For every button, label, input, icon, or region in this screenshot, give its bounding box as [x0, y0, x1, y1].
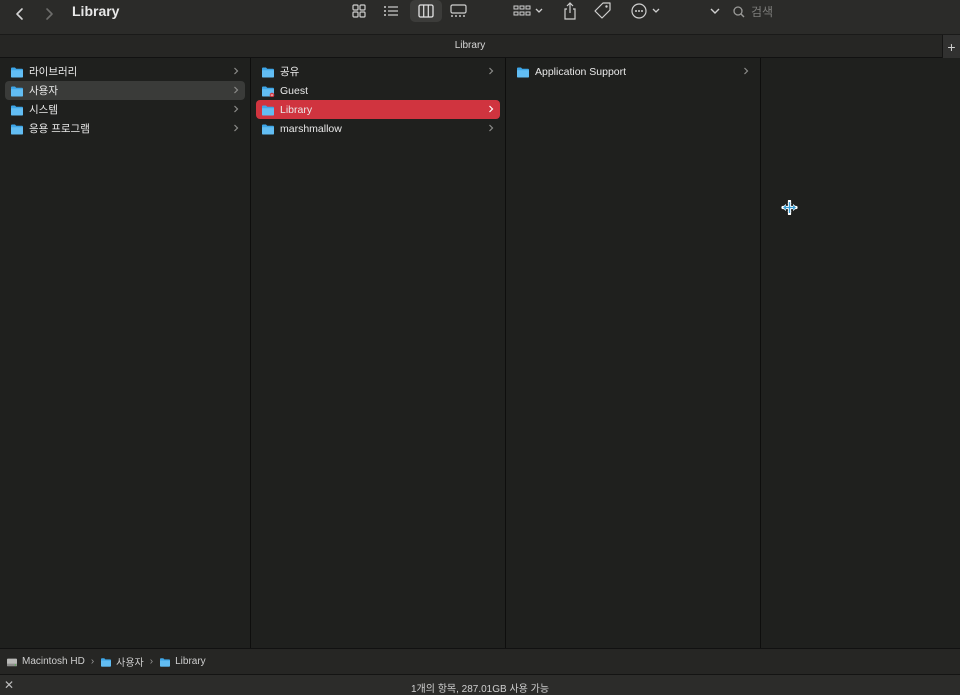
folder-icon [101, 657, 112, 667]
chevron-left-icon [16, 8, 23, 20]
chevron-right-icon [46, 8, 53, 20]
list-item[interactable]: 응용 프로그램 [5, 119, 245, 138]
group-button[interactable] [511, 0, 545, 22]
back-button[interactable] [9, 3, 31, 25]
forward-button[interactable] [38, 3, 60, 25]
list-item[interactable]: 사용자 [5, 81, 245, 100]
breadcrumb-item[interactable]: Macintosh HD [6, 656, 85, 667]
path-bar: Macintosh HD › 사용자 › Library [0, 648, 960, 674]
folder-icon [160, 657, 171, 667]
search-input[interactable] [751, 5, 931, 19]
more-button[interactable] [630, 0, 662, 22]
list-item[interactable]: 공유 [256, 62, 500, 81]
new-tab-button[interactable]: + [942, 35, 960, 58]
gallery-view-button[interactable] [446, 0, 470, 22]
tag-button[interactable] [592, 0, 614, 22]
list-item[interactable]: 라이브러리 [5, 62, 245, 81]
column-view-icon [418, 4, 434, 18]
breadcrumb-label: Library [175, 656, 206, 667]
status-bar: ✕ 1개의 항목, 287.01GB 사용 가능 [0, 674, 960, 695]
list-item-label: Library [280, 103, 313, 116]
list-item-label: 라이브러리 [29, 66, 78, 78]
breadcrumb-separator: › [90, 656, 95, 667]
chevron-right-icon [234, 105, 239, 113]
breadcrumb-item[interactable]: Library [159, 656, 206, 667]
chevron-right-icon [489, 124, 494, 132]
icon-view-icon [352, 4, 366, 18]
list-item[interactable]: marshmallow [256, 119, 500, 138]
more-icon [631, 3, 660, 19]
finder-window: Library 검색 Library + 라이브러리 사용자 시스템 응용 프로… [0, 0, 960, 695]
list-item[interactable]: Application Support [511, 62, 755, 81]
chevron-right-icon [234, 67, 239, 75]
list-item[interactable]: 시스템 [5, 100, 245, 119]
chevron-right-icon [489, 67, 494, 75]
list-item-label: Application Support [535, 65, 627, 78]
column-2[interactable]: 공유 Guest Library marshmallow [251, 58, 506, 648]
folder-icon [262, 67, 274, 77]
list-view-button[interactable] [379, 0, 403, 22]
column-browser: 라이브러리사용자시스템응용 프로그램 공유 Guest Library marshma… [0, 58, 960, 648]
list-item-label: Guest [280, 84, 309, 97]
toolbar-overflow-button[interactable] [707, 0, 723, 22]
list-item-label: 응용 프로그램 [29, 123, 90, 135]
column-4[interactable] [761, 58, 960, 648]
folder-icon [517, 67, 529, 77]
list-item-label: marshmallow [280, 122, 342, 135]
group-icon [513, 5, 543, 16]
search-icon [733, 6, 745, 18]
hard-drive-icon [7, 658, 17, 666]
column-view-button[interactable] [410, 0, 442, 22]
move-cursor-icon [781, 200, 798, 215]
list-item[interactable]: Guest [256, 81, 500, 100]
folder-icon [262, 105, 274, 115]
folder-icon [262, 124, 274, 134]
breadcrumb-label: 사용자 [116, 658, 144, 669]
toolbar: Library [0, 0, 960, 34]
window-title: Library [72, 3, 120, 19]
folder-icon [11, 86, 23, 96]
list-view-icon [384, 6, 398, 16]
icon-view-button[interactable] [347, 0, 371, 22]
search-field[interactable] [733, 1, 953, 23]
status-text: 1개의 항목, 287.01GB 사용 가능 [410, 684, 550, 695]
share-icon [564, 2, 576, 20]
gallery-view-icon [449, 4, 467, 17]
breadcrumb-label: Macintosh HD [22, 656, 85, 667]
list-item-label: 공유 [280, 66, 300, 78]
chevron-right-icon [234, 124, 239, 132]
chevron-right-icon [744, 67, 749, 75]
plus-icon: + [947, 38, 956, 55]
folder-icon [11, 67, 23, 77]
folder-icon [11, 124, 23, 134]
folder-icon [11, 105, 23, 115]
share-button[interactable] [559, 0, 581, 22]
chevron-right-icon [234, 86, 239, 94]
tab-library[interactable]: Library [0, 40, 940, 51]
list-item[interactable]: Library [256, 100, 500, 119]
chevron-right-icon [489, 105, 494, 113]
column-1[interactable]: 라이브러리사용자시스템응용 프로그램 [0, 58, 251, 648]
breadcrumb-item[interactable]: 사용자 [100, 654, 144, 669]
breadcrumb-separator: › [149, 656, 154, 667]
tag-icon [594, 2, 611, 19]
column-3[interactable]: Application Support [506, 58, 761, 648]
folder-icon [262, 86, 275, 97]
tab-bar: Library + [0, 34, 960, 58]
chevron-down-icon [710, 8, 720, 14]
list-item-label: 시스템 [29, 104, 58, 116]
list-item-label: 사용자 [29, 85, 58, 97]
